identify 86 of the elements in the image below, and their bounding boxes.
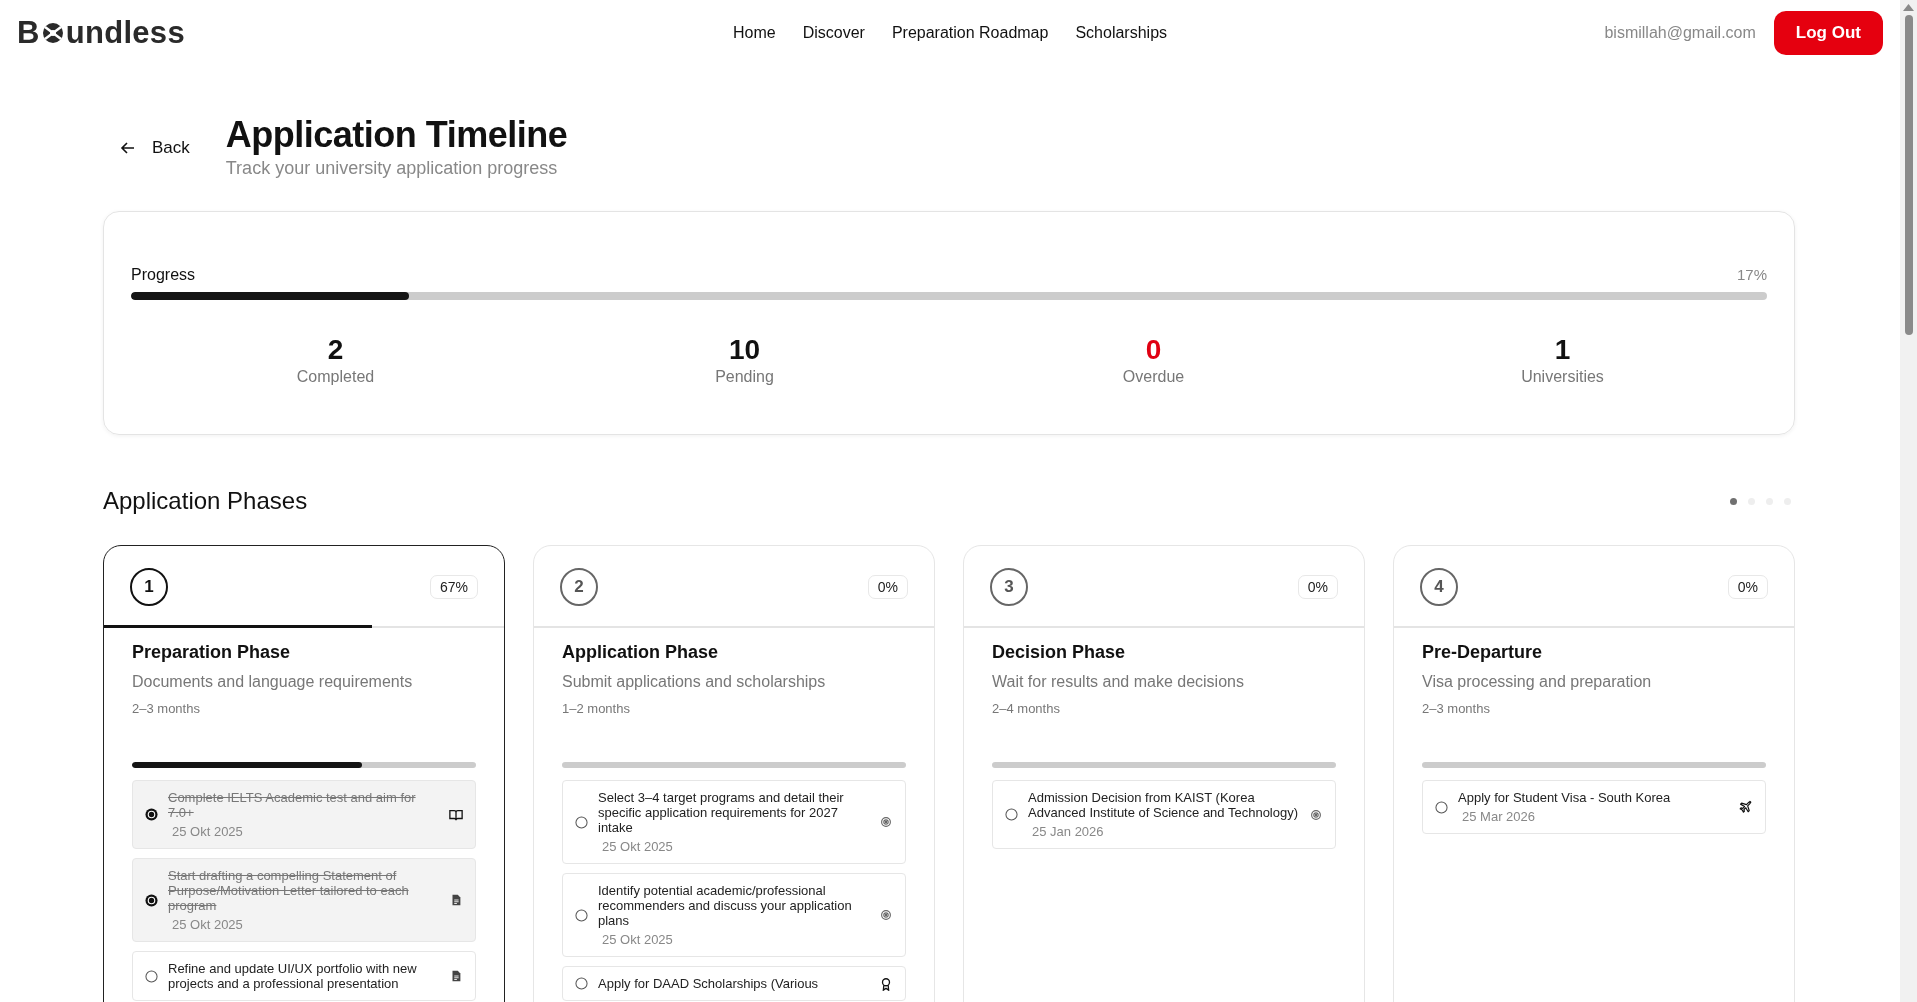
page-title: Application Timeline xyxy=(225,114,568,156)
phase-number: 4 xyxy=(1420,568,1458,606)
task-date: 25 Okt 2025 xyxy=(172,824,244,839)
phase-title: Preparation Phase xyxy=(132,642,292,663)
task-date: 25 Okt 2025 xyxy=(172,917,244,932)
section-title: Application Phases xyxy=(103,487,308,515)
checked-radio-icon[interactable] xyxy=(145,808,158,821)
task-date: 25 Okt 2025 xyxy=(602,932,674,947)
back-link[interactable]: Back xyxy=(120,138,190,158)
phase-title: Decision Phase xyxy=(992,642,1127,663)
phase-duration: 2–3 months xyxy=(1422,701,1491,716)
stat-value: 2 xyxy=(327,334,344,366)
target-icon xyxy=(879,908,893,922)
task-text: Admission Decision from KAIST (Korea Advanced Institute of Science and Technology) xyxy=(1028,790,1300,820)
nav-link[interactable]: Scholarships xyxy=(1075,24,1168,42)
task-card[interactable]: Admission Decision from KAIST (Korea Advanced Institute of Science and Technology) 25 Jan 2026 xyxy=(992,780,1336,849)
phase-number: 1 xyxy=(130,568,168,606)
percent-badge: 0% xyxy=(1727,575,1768,599)
task-text: Select 3–4 target programs and detail their specific application requirements for 2027 intake xyxy=(598,790,845,835)
phase-duration: 2–4 months xyxy=(992,701,1061,716)
radio-icon[interactable] xyxy=(575,908,588,922)
task-text: Apply for DAAD Scholarships (Various xyxy=(598,976,820,991)
phase-number: 2 xyxy=(560,568,598,606)
target-icon xyxy=(1309,807,1323,822)
phase-card[interactable] xyxy=(103,545,505,1002)
radio-icon[interactable] xyxy=(575,977,588,990)
nav-link[interactable]: Preparation Roadmap xyxy=(891,24,1049,42)
percent-badge: 0% xyxy=(867,575,908,599)
page-dot[interactable] xyxy=(1730,497,1737,505)
task-date: 25 Okt 2025 xyxy=(602,839,674,854)
task-text: Identify potential academic/professional recommenders and discuss your application plans xyxy=(598,883,853,928)
task-text: Start drafting a compelling Statement of Purpose/Motivation Letter tailored to each program xyxy=(168,868,410,913)
progress-label: Progress xyxy=(131,266,196,284)
stat-label: Overdue xyxy=(1122,368,1185,386)
phase-number: 3 xyxy=(990,568,1028,606)
stat-value: 10 xyxy=(728,334,761,366)
phase-description: Documents and language requirements xyxy=(132,673,414,691)
radio-icon[interactable] xyxy=(1435,800,1448,814)
nav-link[interactable]: Discover xyxy=(802,24,865,42)
task-date: 25 Mar 2026 xyxy=(1462,809,1536,824)
stat-label: Pending xyxy=(715,368,774,386)
target-icon xyxy=(879,815,893,829)
nav-link[interactable]: Home xyxy=(732,24,776,42)
scroll-thumb[interactable] xyxy=(1904,15,1913,335)
phase-duration: 1–2 months xyxy=(562,701,631,716)
task-card[interactable]: Apply for DAAD Scholarships (Various xyxy=(562,966,906,1001)
progress-percent: 17% xyxy=(1736,266,1767,283)
globe-icon xyxy=(40,21,65,45)
phase-duration: 2–3 months xyxy=(132,701,201,716)
stat-value: 1 xyxy=(1554,334,1571,366)
award-icon xyxy=(879,976,893,991)
logout-button[interactable]: Log Out xyxy=(1773,11,1883,55)
phase-card[interactable]: 3 0% Decision Phase Wait for results and make decisions 2–4 months Admission Decision from KAIST (Korea Advanced Institute of Science and Technology) 25 Jan 2026 xyxy=(963,545,1365,1002)
task-card[interactable]: Identify potential academic/professional recommenders and discuss your application plans 25 Okt 2025 xyxy=(562,873,906,957)
stat-value: 0 xyxy=(1145,334,1162,366)
radio-icon[interactable] xyxy=(1005,808,1018,821)
task-text: Complete IELTS Academic test and aim for 7.0+ xyxy=(168,790,417,820)
task-card[interactable]: Complete IELTS Academic test and aim for 7.0+ 25 Okt 2025 xyxy=(132,780,476,849)
percent-badge: 0% xyxy=(1297,575,1338,599)
stat-label: Universities xyxy=(1521,368,1604,386)
phase-description: Submit applications and scholarships xyxy=(562,673,827,691)
phase-description: Visa processing and preparation xyxy=(1422,673,1653,691)
logo[interactable]: B undless xyxy=(17,15,185,51)
task-card[interactable]: Apply for Student Visa - South Korea 25 Mar 2026 xyxy=(1422,780,1766,834)
task-text: Refine and update UI/UX portfolio with new projects and a professional presentation xyxy=(168,961,418,991)
back-arrow-icon xyxy=(120,140,136,156)
task-date: 25 Jan 2026 xyxy=(1032,824,1105,839)
scrollbar[interactable] xyxy=(1900,0,1917,1002)
task-card[interactable]: Refine and update UI/UX portfolio with new projects and a professional presentation xyxy=(132,951,476,1001)
phase-description: Wait for results and make decisions xyxy=(992,673,1245,691)
plane-icon xyxy=(1739,800,1753,814)
scroll-up-icon[interactable] xyxy=(1903,3,1914,11)
percent-badge: 67% xyxy=(429,575,478,599)
book-icon xyxy=(449,807,463,822)
phase-card[interactable]: 4 0% Pre-Departure Visa processing and preparation 2–3 months Apply for Student Visa - South Korea 25 Mar 2026 xyxy=(1393,545,1795,1002)
task-text: Apply for Student Visa - South Korea xyxy=(1458,790,1672,805)
page-subtitle: Track your university application progress xyxy=(225,158,559,179)
phase-title: Pre-Departure xyxy=(1422,642,1544,663)
stat-label: Completed xyxy=(296,368,375,386)
radio-icon[interactable] xyxy=(145,969,158,983)
user-email: bismillah@gmail.com xyxy=(1604,24,1756,42)
task-card[interactable]: Select 3–4 target programs and detail their specific application requirements for 2027 intake 25 Okt 2025 xyxy=(562,780,906,864)
task-card[interactable]: Start drafting a compelling Statement of Purpose/Motivation Letter tailored to each program 25 Okt 2025 xyxy=(132,858,476,942)
checked-radio-icon[interactable] xyxy=(145,893,158,907)
radio-icon[interactable] xyxy=(575,815,588,829)
phase-title: Application Phase xyxy=(562,642,720,663)
